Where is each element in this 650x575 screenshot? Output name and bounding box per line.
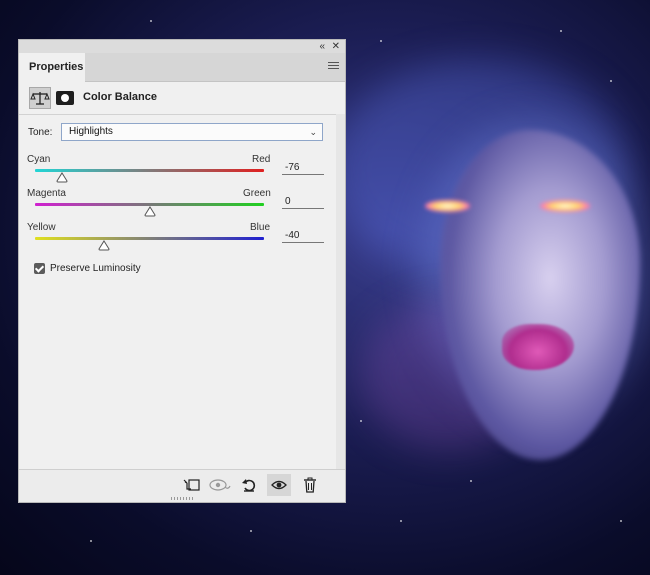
tone-dropdown[interactable]: Highlights ⌄	[61, 123, 323, 141]
panel-menu-icon[interactable]	[328, 62, 339, 71]
magenta-green-value-field[interactable]: 0	[282, 194, 324, 209]
panel-scrollbar[interactable]	[336, 114, 345, 470]
adjustment-header: Color Balance	[19, 82, 345, 115]
cyan-red-value-field[interactable]: -76	[282, 160, 324, 175]
slider-green-label: Green	[243, 188, 271, 199]
preserve-luminosity-checkbox[interactable]	[34, 263, 45, 274]
slider-magenta-label: Magenta	[27, 188, 66, 199]
layer-mask-icon[interactable]	[56, 91, 74, 105]
panel-titlebar[interactable]: « ✕	[19, 40, 345, 53]
double-chevron-icon[interactable]: «	[319, 40, 325, 53]
panel-footer-toolbar	[19, 469, 345, 502]
clip-to-layer-icon[interactable]	[179, 474, 203, 496]
visibility-eye-icon[interactable]	[267, 474, 291, 496]
close-icon[interactable]: ✕	[332, 40, 340, 53]
glowing-eye-left	[425, 200, 470, 212]
properties-panel: « ✕ Properties Color Balance Tone: Highl…	[18, 39, 346, 503]
reset-icon[interactable]	[237, 474, 261, 496]
tab-properties[interactable]: Properties	[19, 53, 85, 82]
adjustment-title: Color Balance	[83, 91, 157, 103]
trash-icon[interactable]	[298, 474, 322, 496]
slider-cyan-label: Cyan	[27, 154, 51, 165]
yellow-blue-slider-track[interactable]	[35, 237, 264, 240]
panel-tab-bar: Properties	[19, 53, 345, 82]
tone-dropdown-value: Highlights	[69, 126, 113, 137]
view-previous-state-icon[interactable]	[208, 474, 232, 496]
slider-blue-label: Blue	[250, 222, 271, 233]
preserve-luminosity-label: Preserve Luminosity	[50, 263, 141, 274]
yellow-blue-value-field[interactable]: -40	[282, 228, 324, 243]
cyan-red-slider-track[interactable]	[35, 169, 264, 172]
glowing-eye-right	[540, 200, 590, 212]
resize-grip[interactable]	[171, 497, 193, 500]
slider-yellow-label: Yellow	[27, 222, 56, 233]
tone-label: Tone:	[28, 127, 53, 138]
color-balance-icon[interactable]	[29, 87, 51, 109]
slider-red-label: Red	[252, 154, 271, 165]
chevron-down-icon: ⌄	[309, 127, 317, 137]
